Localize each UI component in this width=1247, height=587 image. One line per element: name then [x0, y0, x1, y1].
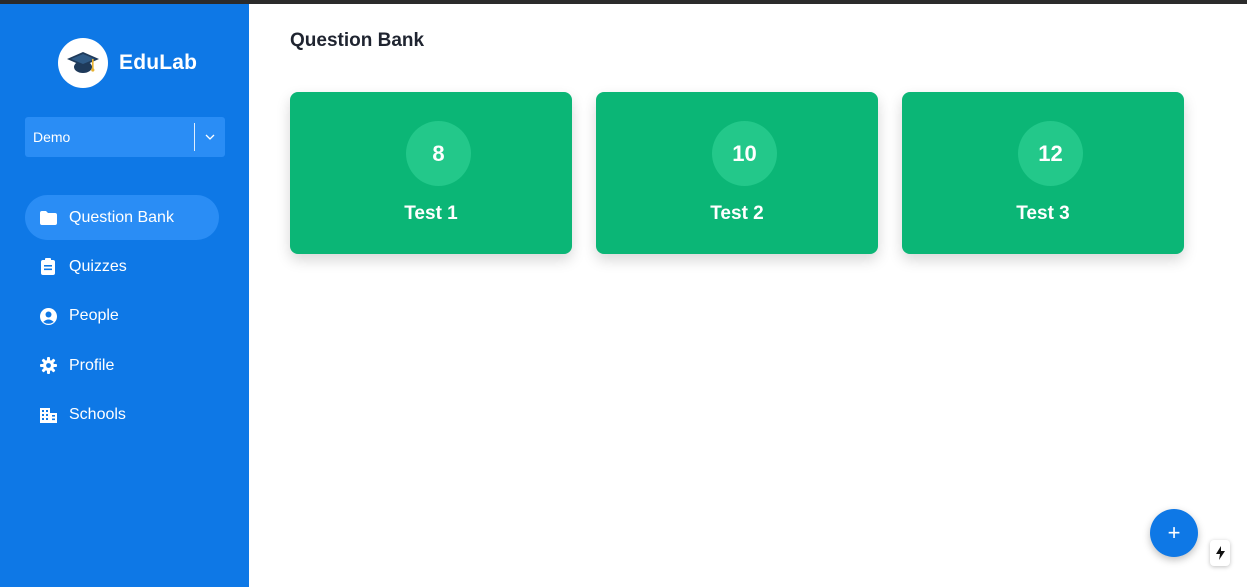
- lightning-bolt-icon[interactable]: [1210, 540, 1230, 566]
- sidebar-item-label: Quizzes: [69, 257, 127, 275]
- gear-icon: [39, 357, 57, 375]
- sidebar-item-label: Schools: [69, 406, 126, 424]
- user-circle-icon: [39, 307, 57, 325]
- building-icon: [39, 406, 57, 424]
- sidebar-item-quizzes[interactable]: Quizzes: [25, 244, 219, 289]
- sidebar-item-people[interactable]: People: [25, 294, 219, 339]
- question-count-badge: 8: [406, 121, 471, 186]
- test-card[interactable]: 12 Test 3: [902, 92, 1184, 254]
- test-card-title: Test 1: [404, 203, 458, 224]
- sidebar: EduLab Demo Question Bank Quizzes People…: [0, 4, 249, 587]
- add-button[interactable]: +: [1150, 509, 1198, 557]
- question-count-badge: 12: [1018, 121, 1083, 186]
- brand-name: EduLab: [119, 51, 198, 74]
- chevron-down-icon[interactable]: [195, 117, 225, 157]
- page-title: Question Bank: [290, 30, 425, 51]
- sidebar-item-label: Question Bank: [69, 208, 174, 226]
- sidebar-item-profile[interactable]: Profile: [25, 343, 219, 388]
- test-card-title: Test 3: [1016, 203, 1070, 224]
- graduation-cap-icon: [58, 38, 108, 88]
- question-count-badge: 10: [712, 121, 777, 186]
- sidebar-item-label: People: [69, 307, 119, 325]
- folder-icon: [39, 209, 57, 227]
- school-select-value: Demo: [33, 129, 71, 145]
- test-card[interactable]: 10 Test 2: [596, 92, 878, 254]
- main-content: Question Bank 8 Test 1 10 Test 2 12 Test…: [249, 4, 1247, 587]
- sidebar-item-label: Profile: [69, 356, 115, 374]
- brand[interactable]: EduLab: [58, 38, 197, 88]
- sidebar-item-schools[interactable]: Schools: [25, 393, 219, 438]
- school-select[interactable]: Demo: [25, 117, 225, 157]
- test-card-title: Test 2: [710, 203, 764, 224]
- sidebar-item-question-bank[interactable]: Question Bank: [25, 195, 219, 240]
- test-card[interactable]: 8 Test 1: [290, 92, 572, 254]
- plus-icon: +: [1167, 520, 1181, 545]
- clipboard-icon: [39, 258, 57, 276]
- sidebar-nav: Question Bank Quizzes People Profile Sch…: [25, 195, 219, 442]
